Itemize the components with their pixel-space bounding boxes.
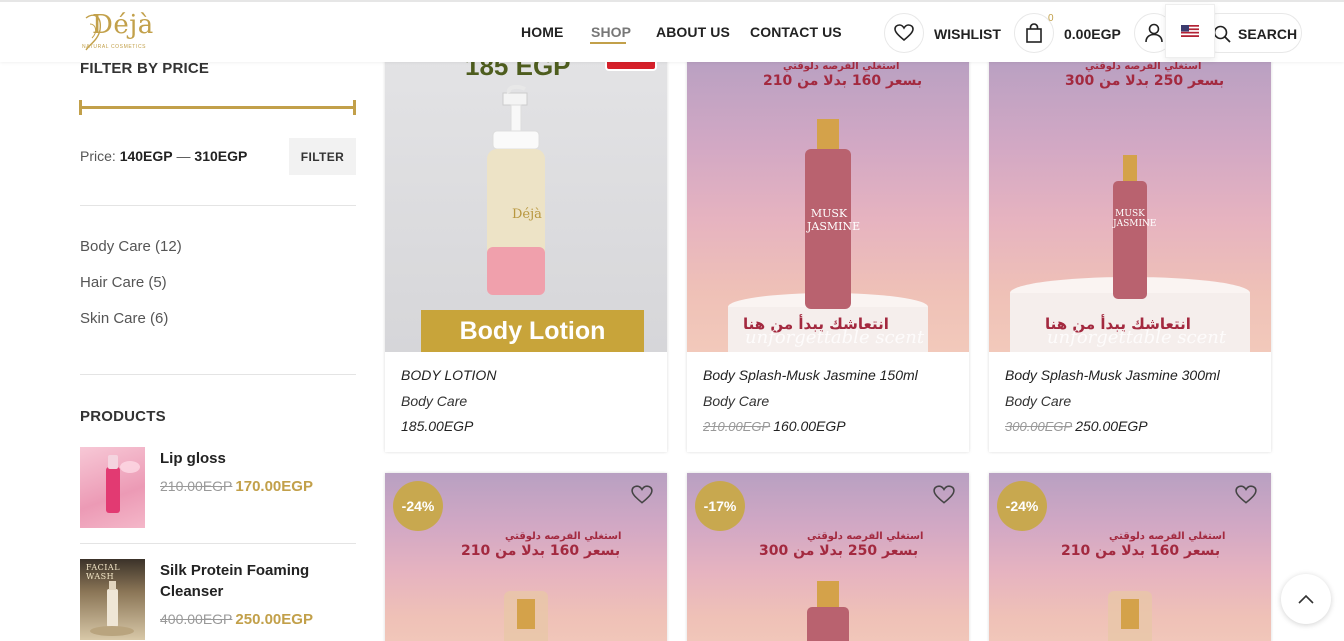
heart-icon	[894, 24, 914, 42]
old-price: 210.00EGP	[160, 478, 233, 494]
logo-subtext: NATURAL COSMETICS	[82, 44, 147, 50]
sidebar-divider	[80, 205, 356, 206]
sale-price: 170.00EGP	[235, 478, 313, 495]
language-switcher[interactable]	[1165, 4, 1215, 58]
old-price: 400.00EGP	[160, 611, 233, 627]
us-flag-icon	[1181, 25, 1199, 37]
add-to-wishlist-heart-icon[interactable]	[1235, 485, 1257, 505]
price-prefix: Price:	[80, 148, 116, 164]
cart-total[interactable]: 0.00EGP	[1064, 26, 1121, 42]
cleanser-thumbnail[interactable]: FACIAL WASH	[80, 559, 145, 640]
bottle-label: Déjà	[512, 207, 542, 222]
product-price: 300.00EGP 250.00EGP	[1005, 418, 1148, 434]
nav-shop[interactable]: SHOP	[591, 24, 631, 40]
price: 160.00EGP	[773, 418, 846, 434]
add-to-wishlist-heart-icon[interactable]	[933, 485, 955, 505]
nav-contact-us[interactable]: CONTACT US	[750, 24, 842, 40]
chevron-up-icon	[1298, 594, 1314, 604]
search-icon	[1213, 25, 1231, 43]
product-card[interactable]: استغلي الفرصه دلوقتي بسعر 160 بدلا من 21…	[687, 57, 969, 452]
scroll-to-top-button[interactable]	[1281, 574, 1331, 624]
product-card[interactable]: استغلي الفرصه دلوقتي بسعر 250 بدلا من 30…	[989, 57, 1271, 452]
product-price: 210.00EGP 160.00EGP	[703, 418, 846, 434]
sidebar-product-name[interactable]: Silk Protein Foaming Cleanser	[160, 560, 340, 602]
search-label: SEARCH	[1238, 26, 1298, 42]
product-category[interactable]: Body Care	[1005, 393, 1071, 409]
product-price: 185.00EGP	[401, 418, 473, 434]
discount-badge: -17%	[695, 481, 745, 531]
price-range-track[interactable]	[80, 106, 356, 109]
sidebar-divider	[80, 543, 356, 544]
bottle-label: MUSK JASMINE	[1113, 209, 1157, 229]
price-separator: —	[176, 148, 191, 164]
price-range-max-handle[interactable]	[353, 100, 356, 115]
price: 185.00EGP	[401, 418, 474, 434]
body-splash-bottle-illustration	[1010, 155, 1250, 352]
product-card[interactable]: استغلي الفرصه دلوقتي بسعر 250 بدلا من 30…	[687, 473, 969, 641]
sidebar-product-price: 400.00EGP 250.00EGP	[160, 611, 313, 628]
nav-about-us[interactable]: ABOUT US	[656, 24, 730, 40]
sidebar-divider	[80, 374, 356, 375]
category-hair-care[interactable]: Hair Care (5)	[80, 274, 167, 291]
image-script-text: unforgettable scent	[745, 327, 925, 348]
product-title[interactable]: Body Splash-Musk Jasmine 150ml	[703, 367, 918, 383]
product-category[interactable]: Body Care	[703, 393, 769, 409]
product-card[interactable]: 185 EGP Déjà Body Lotion BODY LOTION Bod…	[385, 57, 667, 452]
bottle-label: MUSK JASMINE	[807, 207, 861, 233]
sidebar-product-name[interactable]: Lip gloss	[160, 448, 340, 469]
nav-active-underline	[590, 42, 626, 44]
logo-text: Déjà	[92, 10, 154, 40]
shopping-bag-icon	[1026, 23, 1042, 43]
category-body-care[interactable]: Body Care (12)	[80, 238, 182, 255]
lip-gloss-thumbnail[interactable]	[80, 447, 145, 528]
image-script-text: unforgettable scent	[1047, 327, 1227, 348]
price-min-value: 140EGP	[119, 148, 173, 164]
body-lotion-bottle-illustration	[487, 84, 545, 295]
category-skin-care[interactable]: Skin Care (6)	[80, 310, 168, 327]
product-title[interactable]: Body Splash-Musk Jasmine 300ml	[1005, 367, 1220, 383]
product-image[interactable]: استغلي الفرصه دلوقتي بسعر 160 بدلا من 21…	[687, 57, 969, 352]
cart-count-badge: 0	[1048, 13, 1054, 24]
filter-button[interactable]: FILTER	[289, 138, 356, 175]
add-to-wishlist-heart-icon[interactable]	[631, 485, 653, 505]
discount-badge: -24%	[997, 481, 1047, 531]
nav-home[interactable]: HOME	[521, 24, 563, 40]
sidebar-product-price: 210.00EGP 170.00EGP	[160, 478, 313, 495]
filter-by-price-title: FILTER BY PRICE	[80, 60, 210, 77]
site-header: Déjà NATURAL COSMETICS HOME SHOP ABOUT U…	[0, 0, 1344, 62]
wishlist-label[interactable]: WISHLIST	[934, 26, 1001, 42]
product-category[interactable]: Body Care	[401, 393, 467, 409]
price-max-value: 310EGP	[194, 148, 248, 164]
product-image[interactable]: استغلي الفرصه دلوقتي بسعر 250 بدلا من 30…	[989, 57, 1271, 352]
body-splash-bottle-illustration	[728, 119, 928, 352]
price-range-min-handle[interactable]	[79, 100, 82, 115]
discount-badge: -24%	[393, 481, 443, 531]
products-title: PRODUCTS	[80, 408, 166, 425]
wishlist-button[interactable]	[884, 13, 924, 53]
old-price: 300.00EGP	[1005, 419, 1073, 434]
old-price: 210.00EGP	[703, 419, 771, 434]
user-icon	[1145, 23, 1163, 43]
product-card[interactable]: استغلي الفرصه دلوقتي بسعر 160 بدلا من 21…	[385, 473, 667, 641]
product-card[interactable]: استغلي الفرصه دلوقتي بسعر 160 بدلا من 21…	[989, 473, 1271, 641]
product-title[interactable]: BODY LOTION	[401, 367, 496, 383]
price: 250.00EGP	[1075, 418, 1148, 434]
price-range-text: Price: 140EGP — 310EGP	[80, 148, 247, 164]
image-banner: Body Lotion	[421, 310, 644, 352]
product-image[interactable]: 185 EGP Déjà Body Lotion	[385, 57, 667, 352]
sale-price: 250.00EGP	[235, 611, 313, 628]
